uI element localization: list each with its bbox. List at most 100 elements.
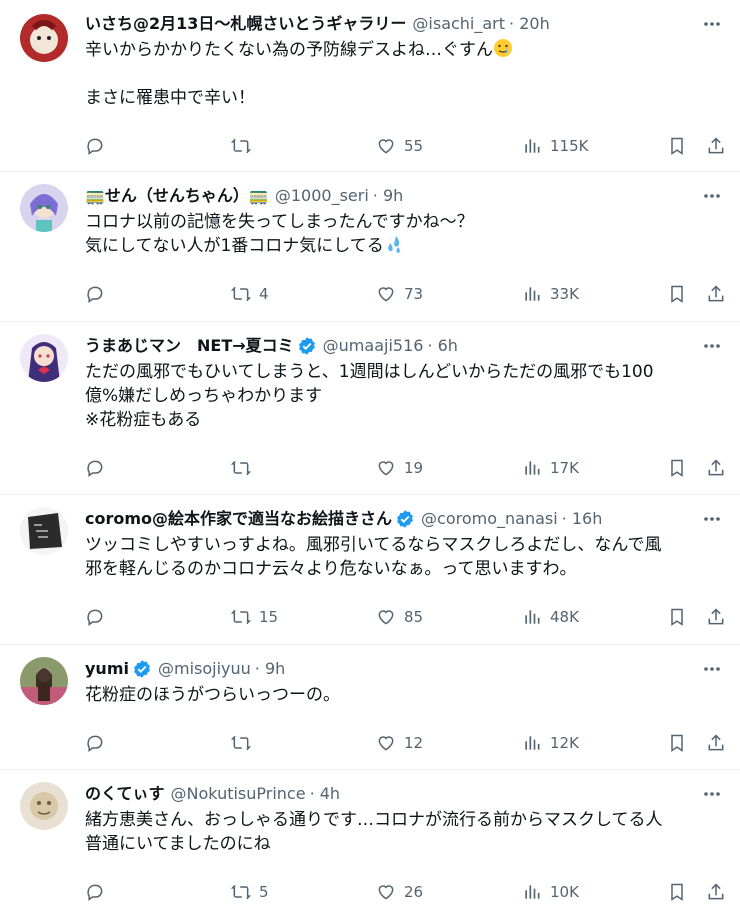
tweet-body: うまあじマン NET→夏コミ @umaaji516 · 6h ただの風邪でもひい… bbox=[85, 334, 724, 432]
avatar[interactable] bbox=[20, 657, 68, 705]
reply-button[interactable] bbox=[85, 280, 113, 308]
heart-icon bbox=[378, 610, 394, 625]
tweet-text: ただの風邪でもひいてしまうと、1週間はしんどいからただの風邪でも100 億%嫌だし… bbox=[85, 360, 724, 432]
share-button[interactable] bbox=[706, 729, 726, 757]
avatar[interactable] bbox=[20, 334, 68, 382]
timestamp[interactable]: · 20h bbox=[509, 12, 550, 36]
timestamp[interactable]: · 9h bbox=[255, 657, 286, 681]
retweet-button[interactable] bbox=[231, 729, 259, 757]
like-count: 55 bbox=[404, 137, 424, 155]
reply-icon bbox=[87, 884, 103, 901]
avatar[interactable] bbox=[20, 184, 68, 232]
more-options-icon[interactable] bbox=[700, 334, 724, 358]
like-button[interactable]: 12 bbox=[376, 729, 423, 757]
bookmark-icon bbox=[671, 459, 683, 477]
views-button[interactable]: 115K bbox=[522, 132, 588, 160]
tweet-body: のくてぃす @NokutisuPrince · 4h 緒方恵美さん、おっしゃる通… bbox=[85, 782, 724, 856]
tweet-header: yumi @misojiyuu · 9h bbox=[85, 657, 724, 681]
retweet-button[interactable] bbox=[231, 132, 259, 160]
display-name[interactable]: yumi bbox=[85, 657, 129, 681]
bookmark-button[interactable] bbox=[667, 280, 687, 308]
share-button[interactable] bbox=[706, 603, 726, 631]
retweet-button[interactable]: 15 bbox=[231, 603, 278, 631]
action-bar: 19 17K bbox=[85, 454, 724, 482]
sweat-drops-emoji-icon bbox=[387, 236, 400, 253]
more-options-icon[interactable] bbox=[700, 657, 724, 681]
retweet-icon bbox=[231, 884, 251, 900]
reply-button[interactable] bbox=[85, 454, 113, 482]
tweet[interactable]: のくてぃす @NokutisuPrince · 4h 緒方恵美さん、おっしゃる通… bbox=[0, 770, 740, 908]
views-button[interactable]: 12K bbox=[522, 729, 579, 757]
reply-button[interactable] bbox=[85, 729, 113, 757]
bookmark-button[interactable] bbox=[667, 878, 687, 906]
user-handle[interactable]: @isachi_art bbox=[412, 12, 505, 36]
like-button[interactable]: 26 bbox=[376, 878, 423, 906]
user-handle[interactable]: @coromo_nanasi bbox=[421, 507, 558, 531]
timestamp[interactable]: · 9h bbox=[373, 184, 404, 208]
bookmark-button[interactable] bbox=[667, 729, 687, 757]
tweet[interactable]: うまあじマン NET→夏コミ @umaaji516 · 6h ただの風邪でもひい… bbox=[0, 322, 740, 495]
reply-button[interactable] bbox=[85, 878, 113, 906]
tweet-header: うまあじマン NET→夏コミ @umaaji516 · 6h bbox=[85, 334, 724, 358]
retweet-count: 5 bbox=[259, 883, 269, 901]
timestamp[interactable]: · 6h bbox=[427, 334, 458, 358]
bookmark-button[interactable] bbox=[667, 603, 687, 631]
share-icon bbox=[708, 137, 724, 154]
user-handle[interactable]: @misojiyuu bbox=[158, 657, 251, 681]
views-button[interactable]: 33K bbox=[522, 280, 579, 308]
more-options-icon[interactable] bbox=[700, 184, 724, 208]
retweet-button[interactable] bbox=[231, 454, 259, 482]
tweet-body: 🚃せん（せんちゃん）🚃 @1000_seri · 9h コロナ以前の記憶を失って… bbox=[85, 184, 724, 258]
like-count: 12 bbox=[404, 734, 424, 752]
share-button[interactable] bbox=[706, 280, 726, 308]
reply-button[interactable] bbox=[85, 132, 113, 160]
more-options-icon[interactable] bbox=[700, 12, 724, 36]
display-name[interactable]: のくてぃす bbox=[85, 782, 165, 806]
more-options-icon[interactable] bbox=[700, 782, 724, 806]
bookmark-button[interactable] bbox=[667, 454, 687, 482]
share-button[interactable] bbox=[706, 132, 726, 160]
share-button[interactable] bbox=[706, 878, 726, 906]
retweet-button[interactable]: 4 bbox=[231, 280, 269, 308]
share-icon bbox=[708, 883, 724, 900]
user-handle[interactable]: @NokutisuPrince bbox=[171, 782, 306, 806]
share-icon bbox=[708, 459, 724, 476]
views-button[interactable]: 17K bbox=[522, 454, 579, 482]
user-handle[interactable]: @umaaji516 bbox=[323, 334, 424, 358]
timestamp[interactable]: · 16h bbox=[562, 507, 603, 531]
view-count: 12K bbox=[550, 734, 579, 752]
share-button[interactable] bbox=[706, 454, 726, 482]
tweet[interactable]: 🚃せん（せんちゃん）🚃 @1000_seri · 9h コロナ以前の記憶を失って… bbox=[0, 172, 740, 322]
avatar[interactable] bbox=[20, 507, 68, 555]
like-button[interactable]: 85 bbox=[376, 603, 423, 631]
tweet[interactable]: いさち@2月13日～札幌さいとうギャラリー @isachi_art · 20h … bbox=[0, 0, 740, 172]
action-bar: 5 26 10K bbox=[85, 878, 724, 906]
like-button[interactable]: 55 bbox=[376, 132, 423, 160]
reply-button[interactable] bbox=[85, 603, 113, 631]
display-name[interactable]: うまあじマン NET→夏コミ bbox=[85, 334, 294, 358]
like-button[interactable]: 73 bbox=[376, 280, 423, 308]
user-handle[interactable]: @1000_seri bbox=[275, 184, 369, 208]
tweet-text: コロナ以前の記憶を失ってしまったんですかね〜？ 気にしてない人が1番コロナ気にして… bbox=[85, 210, 724, 258]
views-button[interactable]: 10K bbox=[522, 878, 579, 906]
tweet-body: いさち@2月13日～札幌さいとうギャラリー @isachi_art · 20h … bbox=[85, 12, 724, 110]
tweet[interactable]: coromo@絵本作家で適当なお絵描きさん @coromo_nanasi · 1… bbox=[0, 495, 740, 645]
bar-chart-icon bbox=[525, 610, 540, 624]
verified-badge-icon bbox=[397, 510, 413, 528]
display-name[interactable]: 🚃せん（せんちゃん）🚃 bbox=[85, 184, 269, 208]
views-button[interactable]: 48K bbox=[522, 603, 579, 631]
display-name[interactable]: coromo@絵本作家で適当なお絵描きさん bbox=[85, 507, 392, 531]
timestamp[interactable]: · 4h bbox=[310, 782, 341, 806]
retweet-button[interactable]: 5 bbox=[231, 878, 269, 906]
like-button[interactable]: 19 bbox=[376, 454, 423, 482]
display-name[interactable]: いさち@2月13日～札幌さいとうギャラリー bbox=[85, 12, 406, 36]
like-count: 19 bbox=[404, 459, 424, 477]
avatar[interactable] bbox=[20, 782, 68, 830]
bookmark-button[interactable] bbox=[667, 132, 687, 160]
heart-icon bbox=[378, 885, 394, 900]
tweet-text-line: 花粉症のほうがつらいっつーの。 bbox=[85, 685, 340, 705]
avatar[interactable] bbox=[20, 14, 68, 62]
tweet[interactable]: yumi @misojiyuu · 9h 花粉症のほうがつらいっつーの。 12 … bbox=[0, 645, 740, 770]
share-icon bbox=[708, 285, 724, 302]
more-options-icon[interactable] bbox=[700, 507, 724, 531]
